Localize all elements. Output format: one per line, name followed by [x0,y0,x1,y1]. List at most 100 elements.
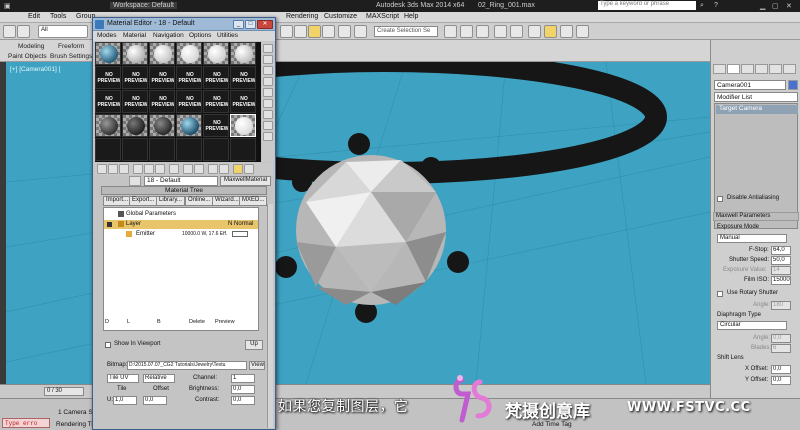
sample-slot[interactable] [122,42,148,65]
app-logo-icon[interactable]: ▣ [4,2,11,10]
time-slider[interactable]: 0 / 30 [44,387,84,396]
diaphragm-angle-field[interactable]: 0,0 [771,334,791,343]
sample-slot[interactable]: NO PREVIEW [122,66,148,89]
library-button[interactable]: Library... [156,196,185,206]
align-icon[interactable] [444,25,457,38]
sample-slot[interactable]: NO PREVIEW [230,90,256,113]
bitmap-path-field[interactable]: D:\2015.07.07_CG2 Tutorials\Jewelry\Text… [127,361,247,370]
material-name-field[interactable]: 18 - Default [144,176,218,186]
ribbon-item-paint-objects[interactable]: Paint Objects [8,53,47,60]
tree-row-layer[interactable]: Layer N Normal [104,220,258,229]
add-layer-button[interactable]: L [127,319,130,325]
highlight-icon[interactable] [233,164,243,174]
menu-item-modes[interactable]: Modes [97,32,117,39]
maxwell-parameters-rollout[interactable]: Maxwell Parameters [713,212,799,221]
backlight-icon[interactable] [263,55,273,64]
sample-slot[interactable] [149,138,175,161]
emitter-color-swatch[interactable] [232,231,248,237]
rendered-frame-icon[interactable] [560,25,573,38]
shutter-speed-field[interactable]: 50,0 [771,256,791,265]
sample-slot[interactable]: NO PREVIEW [176,66,202,89]
help-icon[interactable]: ? [714,2,718,9]
sample-slot[interactable]: NO PREVIEW [203,66,229,89]
tile-u-field[interactable]: 1,0 [113,396,137,405]
sample-slot[interactable] [149,42,175,65]
motion-tab-icon[interactable] [755,64,768,74]
preview-button[interactable]: Preview [215,319,235,325]
get-material-icon[interactable] [97,164,107,174]
exposure-value-field[interactable]: 14 [771,266,791,275]
utilities-tab-icon[interactable] [783,64,796,74]
sample-slot[interactable]: NO PREVIEW [230,66,256,89]
menu-item-tools[interactable]: Tools [50,13,66,20]
film-iso-field[interactable]: 15000 [771,276,791,285]
disable-antialiasing-checkbox[interactable] [717,196,723,202]
sample-slot[interactable] [176,42,202,65]
sample-slot[interactable]: NO PREVIEW [203,90,229,113]
menu-item-customize[interactable]: Customize [324,13,357,20]
sample-slot[interactable]: NO PREVIEW [122,90,148,113]
tree-row-emitter[interactable]: Emitter 10000.0 W, 17.6 Eff. [104,230,258,239]
hierarchy-tab-icon[interactable] [741,64,754,74]
add-bsdf-button[interactable]: B [157,319,161,325]
sample-slot[interactable]: NO PREVIEW [95,66,121,89]
contrast-field[interactable]: 0,0 [231,396,255,405]
sample-slot[interactable] [176,138,202,161]
search-input[interactable]: Type a keyword or phrase [598,1,696,10]
selection-filter-dropdown[interactable]: All [38,25,88,38]
make-unique-icon[interactable] [144,164,154,174]
redo-icon[interactable] [17,25,30,38]
make-preview-icon[interactable] [263,99,273,108]
rotary-shutter-checkbox[interactable] [717,291,723,297]
sample-slot[interactable]: NO PREVIEW [176,90,202,113]
close-button[interactable]: ✕ [257,20,273,29]
put-to-scene-icon[interactable] [108,164,118,174]
layer-manager-icon[interactable] [460,25,473,38]
eyedropper-icon[interactable] [129,176,141,186]
sample-slot[interactable] [203,42,229,65]
go-forward-icon[interactable] [219,164,229,174]
maxscript-listener-mini[interactable]: Type erro [2,418,50,428]
object-color-swatch[interactable] [788,80,798,90]
menu-item-material[interactable]: Material [123,32,146,39]
maximize-button[interactable]: □ [245,20,256,29]
assign-to-selection-icon[interactable] [119,164,129,174]
snap-icon[interactable] [280,25,293,38]
angle-snap-icon[interactable] [294,25,307,38]
sample-uv-tiling-icon[interactable] [263,77,273,86]
sample-slot[interactable] [122,138,148,161]
object-name-field[interactable]: Camera001 [714,80,786,90]
diaphragm-type-dropdown[interactable]: Circular [717,321,787,330]
exposure-mode-dropdown[interactable]: Manual [717,234,787,243]
menu-item-edit[interactable]: Edit [28,13,40,20]
menu-item-utilities[interactable]: Utilities [217,32,238,39]
offset-u-field[interactable]: 0,0 [143,396,167,405]
reset-map-icon[interactable] [133,164,143,174]
import-button[interactable]: Import... [103,196,132,206]
modify-tab-icon[interactable] [727,64,740,74]
export-button[interactable]: Export... [129,196,158,206]
minimize-button[interactable]: _ [233,20,244,29]
sample-slot-active[interactable] [230,114,256,137]
rotary-angle-field[interactable]: 180 [771,301,791,310]
menu-item-navigation[interactable]: Navigation [153,32,184,39]
graphite-icon[interactable] [476,25,489,38]
material-tree-rollout[interactable]: Material Tree [101,186,267,195]
material-navigator-icon[interactable] [263,132,273,141]
show-shaded-icon[interactable] [183,164,193,174]
ribbon-item-brush-settings[interactable]: Brush Settings [50,53,92,60]
close-button[interactable]: ✕ [786,2,792,10]
background-icon[interactable] [263,66,273,75]
sample-type-icon[interactable] [263,44,273,53]
menu-item-maxscript[interactable]: MAXScript [366,13,399,20]
up-button[interactable]: Up [245,340,263,350]
view-button[interactable]: View [249,361,265,370]
undo-icon[interactable] [3,25,16,38]
sample-slot[interactable]: NO PREVIEW [203,114,229,137]
sample-slot[interactable] [95,114,121,137]
material-id-channel-icon[interactable] [169,164,179,174]
mxed-button[interactable]: MXED... [239,196,268,206]
put-to-library-icon[interactable] [155,164,165,174]
go-to-parent-icon[interactable] [208,164,218,174]
y-offset-field[interactable]: 0,0 [771,376,791,385]
